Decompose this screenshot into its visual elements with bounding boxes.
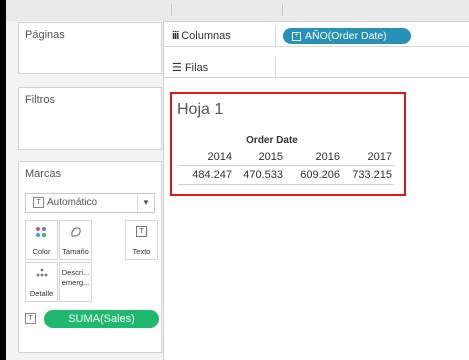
color-icon-dot [42, 233, 46, 237]
expand-icon: + [292, 32, 301, 41]
columns-shelf: iii Columnas + AÑO(Order Date) [164, 26, 469, 47]
text-mark-icon: T [33, 197, 44, 208]
text-label: Texto [132, 247, 151, 256]
sum-sales-pill[interactable]: SUMA(Sales) [44, 310, 159, 328]
tooltip-button[interactable]: Descri... emerg... [59, 262, 92, 302]
color-label: Color [32, 247, 51, 256]
sales-value[interactable]: 484.247 [172, 169, 232, 181]
rows-shelf: ☰ Filas [164, 57, 469, 78]
columns-shelf-label: iii Columnas [172, 30, 231, 42]
toolbar-divider [171, 4, 172, 16]
worksheet-view[interactable]: Hoja 1 Order Date 2014 2015 2016 2017 48… [170, 92, 406, 196]
sheet-title: Hoja 1 [177, 101, 224, 118]
size-icon [71, 227, 81, 237]
columns-icon: iii [172, 30, 179, 42]
rows-label: Filas [184, 62, 209, 74]
marks-title: Marcas [25, 168, 62, 180]
year-header: 2014 [207, 151, 232, 163]
marks-card: Marcas T Automático ▼ Color Tamaño T Tex… [18, 161, 162, 353]
filters-title: Filtros [25, 94, 55, 106]
tooltip-label-line1: Descri... [61, 268, 90, 277]
rows-icon: ☰ [172, 62, 182, 74]
year-header: 2016 [315, 151, 340, 163]
text-encoding-icon: T [25, 313, 36, 324]
tooltip-label-line2: emerg... [61, 278, 90, 287]
filters-card[interactable]: Filtros [18, 87, 162, 150]
sales-value[interactable]: 733.215 [342, 169, 392, 181]
sales-value[interactable]: 470.533 [233, 169, 283, 181]
measure-row: T SUMA(Sales) [25, 310, 159, 328]
table-divider [178, 165, 394, 166]
text-button[interactable]: T Texto [125, 220, 158, 260]
toolbar-divider [282, 4, 283, 16]
color-icon-dot [42, 227, 46, 231]
color-icon [36, 227, 40, 231]
mark-type-value: Automático [47, 197, 98, 208]
top-toolbar-strip [6, 0, 469, 22]
size-label: Tamaño [62, 247, 89, 256]
size-button[interactable]: Tamaño [59, 220, 92, 260]
detail-icon [36, 268, 48, 277]
year-header: 2017 [367, 151, 392, 163]
year-header: 2015 [258, 151, 283, 163]
column-header-order-date: Order Date [246, 135, 298, 146]
columns-label: Columnas [181, 30, 231, 42]
table-divider [178, 184, 394, 185]
shelf-divider [275, 26, 276, 46]
color-button[interactable]: Color [25, 220, 58, 260]
year-order-date-pill[interactable]: + AÑO(Order Date) [283, 28, 411, 44]
mark-type-dropdown[interactable]: T Automático ▼ [25, 193, 155, 213]
detail-label: Detalle [29, 289, 54, 298]
pages-title: Páginas [25, 29, 65, 41]
shelf-divider [275, 57, 276, 77]
year-order-date-label: AÑO(Order Date) [305, 30, 387, 42]
tableau-window: Páginas Filtros Marcas T Automático ▼ Co… [6, 0, 469, 360]
sales-value[interactable]: 609.206 [290, 169, 340, 181]
detail-button[interactable]: Detalle [25, 262, 58, 302]
text-icon: T [136, 226, 147, 237]
pages-card[interactable]: Páginas [18, 22, 162, 74]
color-icon-dot [36, 233, 40, 237]
rows-shelf-label: ☰ Filas [172, 61, 208, 74]
chevron-down-icon[interactable]: ▼ [137, 194, 154, 212]
